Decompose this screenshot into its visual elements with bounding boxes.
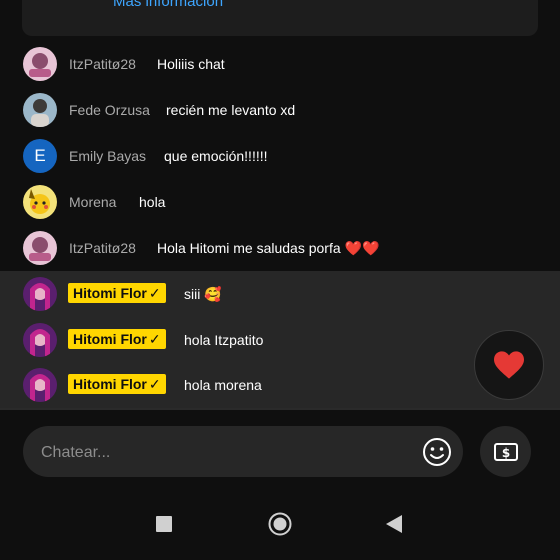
heart-reaction-button[interactable]	[474, 330, 544, 400]
avatar-letter: E	[34, 146, 46, 165]
home-button[interactable]	[262, 506, 298, 542]
hitomi-avatar-image	[23, 277, 57, 311]
owner-badge[interactable]: Hitomi Flor ✓	[68, 374, 166, 394]
chat-message[interactable]: Fede Orzusa recién me levanto xd	[0, 87, 560, 133]
owner-name: Hitomi Flor	[73, 331, 147, 347]
avatar[interactable]	[23, 47, 57, 81]
verified-check-icon: ✓	[148, 284, 161, 301]
chat-message[interactable]: Morena hola	[0, 179, 560, 225]
android-nav-bar	[0, 490, 560, 560]
avatar[interactable]	[23, 185, 57, 219]
more-info-link[interactable]: Más información	[113, 0, 223, 10]
super-chat-button[interactable]: $	[480, 426, 531, 477]
chat-message-owner[interactable]: Hitomi Flor ✓ siii 🥰	[0, 271, 560, 317]
avatar[interactable]	[23, 93, 57, 127]
live-info-card	[22, 0, 538, 36]
fede-avatar-image	[23, 93, 57, 127]
avatar[interactable]	[23, 368, 57, 402]
author-name[interactable]: Emily Bayas	[69, 148, 146, 164]
back-button[interactable]	[376, 506, 412, 542]
verified-check-icon: ✓	[148, 330, 161, 347]
avatar[interactable]: E	[23, 139, 57, 173]
divider	[0, 408, 560, 410]
emoji-button[interactable]	[421, 436, 453, 468]
message-text: hola morena	[184, 377, 262, 393]
patito-avatar-image	[23, 47, 57, 81]
chat-message[interactable]: ItzPatitø28 Holiiis chat	[0, 41, 560, 87]
hitomi-avatar-image	[23, 368, 57, 402]
heart-icon	[494, 351, 524, 379]
chat-message[interactable]: ItzPatitø28 Hola Hitomi me saludas porfa…	[0, 225, 560, 271]
avatar[interactable]	[23, 277, 57, 311]
patito-avatar-image	[23, 231, 57, 265]
author-name[interactable]: ItzPatitø28	[69, 240, 136, 256]
chat-message[interactable]: E Emily Bayas que emoción!!!!!!	[0, 133, 560, 179]
message-text: Holiiis chat	[157, 56, 225, 72]
owner-badge[interactable]: Hitomi Flor ✓	[68, 283, 166, 303]
message-text: recién me levanto xd	[166, 102, 296, 118]
message-text: hola Itzpatito	[184, 332, 264, 348]
owner-badge[interactable]: Hitomi Flor ✓	[68, 329, 166, 349]
verified-check-icon: ✓	[148, 375, 161, 392]
message-text: que emoción!!!!!!	[164, 148, 268, 164]
message-text: siii 🥰	[184, 286, 222, 302]
author-name[interactable]: Morena	[69, 194, 116, 210]
triangle-back-icon	[386, 515, 402, 533]
owner-name: Hitomi Flor	[73, 376, 147, 392]
square-icon	[156, 516, 172, 532]
pikachu-avatar-image	[23, 185, 57, 219]
owner-name: Hitomi Flor	[73, 285, 147, 301]
hitomi-avatar-image	[23, 323, 57, 357]
circle-icon	[268, 512, 292, 536]
author-name[interactable]: ItzPatitø28	[69, 56, 136, 72]
message-text: Hola Hitomi me saludas porfa ❤️❤️	[157, 240, 380, 256]
smiley-icon	[423, 438, 451, 466]
author-name[interactable]: Fede Orzusa	[69, 102, 150, 118]
message-text: hola	[139, 194, 166, 210]
avatar[interactable]	[23, 323, 57, 357]
avatar[interactable]	[23, 231, 57, 265]
chat-input-box[interactable]	[23, 426, 463, 479]
chat-input[interactable]	[39, 426, 413, 479]
dollar-bill-icon: $	[493, 442, 518, 461]
svg-text:$: $	[501, 446, 509, 460]
recent-apps-button[interactable]	[146, 506, 182, 542]
